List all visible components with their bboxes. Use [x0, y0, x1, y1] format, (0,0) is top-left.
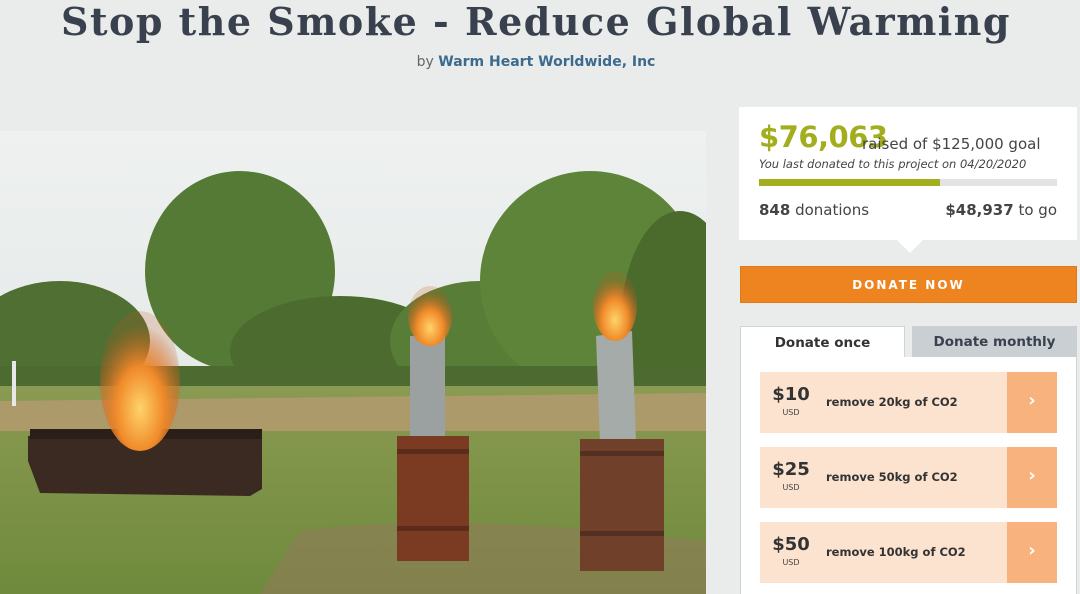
organization-link[interactable]: Warm Heart Worldwide, Inc — [438, 54, 655, 70]
donation-option[interactable]: $10 USD remove 20kg of CO2 › — [760, 372, 1057, 433]
donation-option[interactable]: $50 USD remove 100kg of CO2 › — [760, 522, 1057, 583]
amount-to-go-number: $48,937 — [945, 201, 1014, 219]
option-description: remove 100kg of CO2 — [826, 545, 966, 559]
chevron-right-icon[interactable]: › — [1007, 522, 1057, 583]
byline: by Warm Heart Worldwide, Inc — [0, 54, 1072, 70]
option-description: remove 50kg of CO2 — [826, 470, 958, 484]
tab-donate-once[interactable]: Donate once — [740, 326, 905, 358]
progress-bar-fill — [759, 179, 941, 186]
project-photo — [0, 131, 706, 594]
donation-count: 848 donations — [759, 201, 869, 219]
option-currency: USD — [782, 408, 800, 417]
chevron-right-icon[interactable]: › — [1007, 372, 1057, 433]
option-amount: $10 — [772, 384, 810, 405]
last-donated-note: You last donated to this project on 04/2… — [759, 157, 1027, 171]
donation-count-label: donations — [795, 201, 870, 219]
option-amount: $50 — [772, 534, 810, 555]
amount-to-go-label: to go — [1018, 201, 1057, 219]
option-amount: $25 — [772, 459, 810, 480]
raised-goal-text: raised of $125,000 goal — [862, 135, 1041, 153]
donation-count-number: 848 — [759, 201, 791, 219]
chevron-right-icon[interactable]: › — [1007, 447, 1057, 508]
option-description: remove 20kg of CO2 — [826, 395, 958, 409]
amount-to-go: $48,937 to go — [945, 201, 1057, 219]
funding-card: $76,063 raised of $125,000 goal You last… — [739, 107, 1077, 253]
donation-option[interactable]: $25 USD remove 50kg of CO2 › — [760, 447, 1057, 508]
tab-donate-monthly[interactable]: Donate monthly — [912, 326, 1077, 357]
progress-bar — [759, 179, 1057, 186]
option-currency: USD — [782, 558, 800, 567]
donate-now-button[interactable]: DONATE NOW — [740, 266, 1077, 303]
option-currency: USD — [782, 483, 800, 492]
page-title: Stop the Smoke - Reduce Global Warming — [61, 0, 1011, 44]
byline-prefix: by — [416, 54, 434, 70]
